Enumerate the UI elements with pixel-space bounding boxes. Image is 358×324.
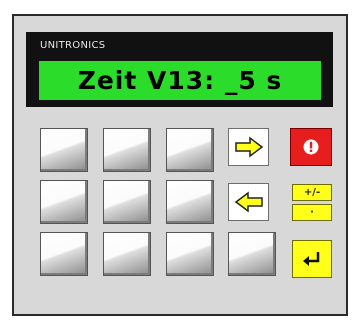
lcd-display: Zeit V13: _5 s [39,61,321,100]
esc-key[interactable] [290,128,332,166]
blank-key-2[interactable] [103,128,151,172]
blank-key-7[interactable] [40,232,88,276]
right-arrow-key[interactable] [228,128,269,166]
blank-key-6[interactable] [166,180,214,224]
exclamation-icon [303,139,319,155]
blank-key-9[interactable] [166,232,214,276]
left-arrow-key[interactable] [228,183,269,221]
enter-icon [303,252,320,266]
brand-label: UNITRONICS [40,40,106,51]
dot-key[interactable]: · [292,204,332,221]
blank-key-1[interactable] [40,128,88,172]
right-arrow-icon [234,136,263,158]
plus-minus-key[interactable]: +/- [292,184,332,201]
left-arrow-icon [234,191,263,213]
enter-key[interactable] [292,240,332,278]
blank-key-8[interactable] [103,232,151,276]
blank-key-4[interactable] [40,180,88,224]
blank-key-10[interactable] [228,232,276,276]
lcd-text: Zeit V13: _5 s [77,66,283,95]
blank-key-5[interactable] [103,180,151,224]
blank-key-3[interactable] [166,128,214,172]
